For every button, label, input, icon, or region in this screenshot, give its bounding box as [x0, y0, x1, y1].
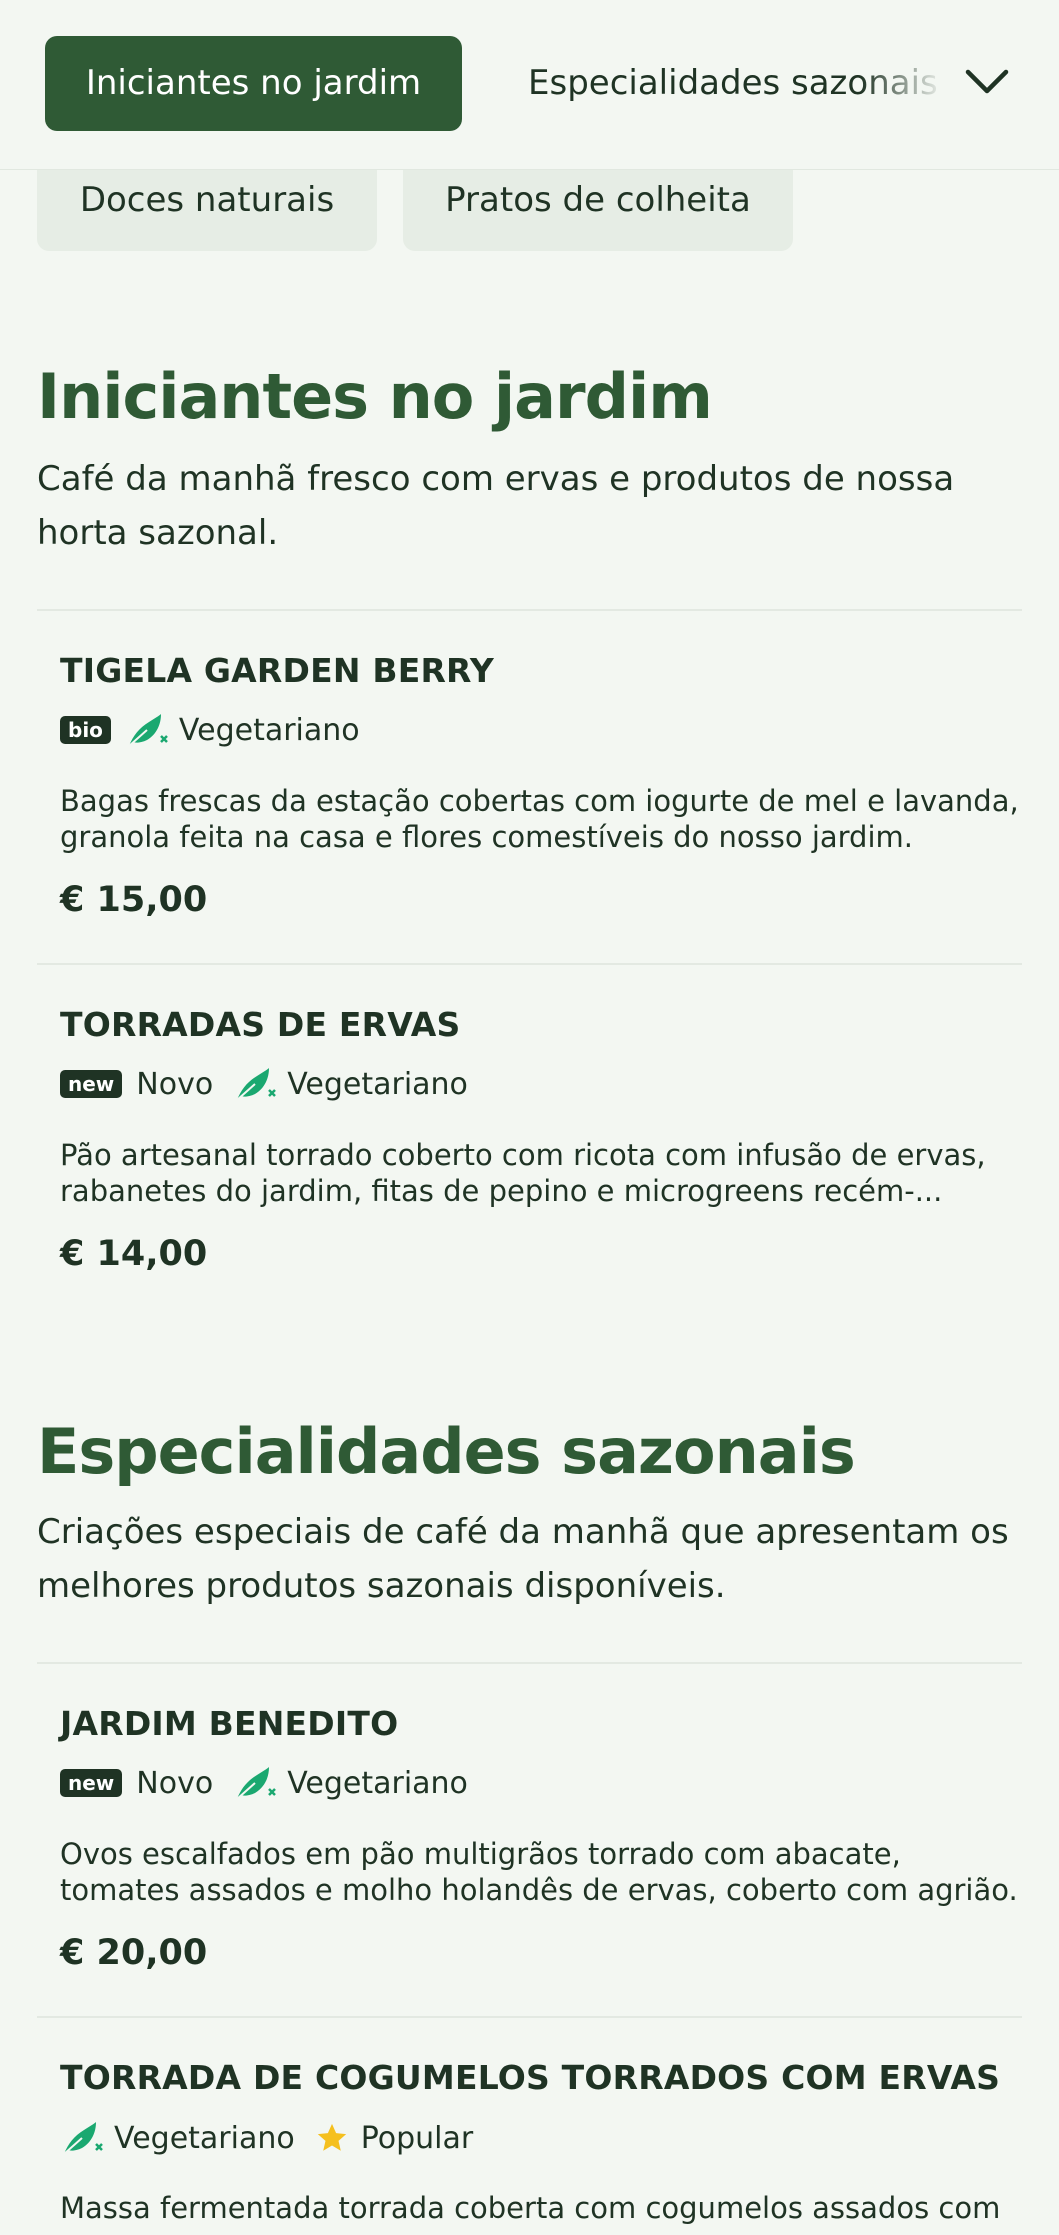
- divider: [37, 963, 1022, 965]
- item-description: Massa fermentada torrada coberta com cog…: [60, 2191, 1001, 2225]
- new-label: Novo: [136, 1066, 214, 1102]
- menu-page: Iniciantes no jardim Café da manhã fresc…: [0, 0, 1059, 2235]
- item-description: Pão artesanal torrado coberto com ricota…: [60, 1138, 986, 1208]
- section-description: Café da manhã fresco com ervas e produto…: [37, 459, 955, 553]
- vegetarian-leaf-icon: [63, 2122, 103, 2155]
- item-name: JARDIM BENEDITO: [60, 1704, 399, 1743]
- item-description: Ovos escalfados em pão multigrãos torrad…: [60, 1837, 1018, 1907]
- tab-iniciantes-no-jardim[interactable]: Iniciantes no jardim: [45, 36, 462, 131]
- section-title: Iniciantes no jardim: [37, 360, 713, 433]
- item-name: TORRADA DE COGUMELOS TORRADOS COM ERVAS: [60, 2058, 1001, 2097]
- new-badge: new: [60, 1769, 123, 1797]
- tab-scroll-fade: [860, 36, 960, 131]
- bio-badge: bio: [60, 716, 111, 744]
- star-icon: [317, 2123, 346, 2151]
- diet-label: Vegetariano: [287, 1765, 468, 1801]
- item-description: Bagas frescas da estação cobertas com io…: [60, 784, 1019, 854]
- item-price: € 15,00: [60, 880, 208, 920]
- divider: [37, 1662, 1022, 1664]
- new-badge: new: [60, 1070, 123, 1098]
- category-nav: Iniciantes no jardim Especialidades sazo…: [0, 0, 1059, 170]
- popular-label: Popular: [360, 2120, 474, 2156]
- item-tags: Vegetariano Popular: [60, 2118, 493, 2158]
- diet-label: Vegetariano: [287, 1066, 468, 1102]
- item-tags: new Novo Vegetariano: [60, 1763, 488, 1803]
- diet-label: Vegetariano: [178, 712, 360, 748]
- diet-label: Vegetariano: [114, 2120, 295, 2156]
- divider: [37, 2016, 1022, 2018]
- new-label: Novo: [136, 1765, 214, 1801]
- item-tags: new Novo Vegetariano: [60, 1064, 488, 1104]
- section-title: Especialidades sazonais: [37, 1415, 856, 1488]
- item-price: € 14,00: [60, 1234, 208, 1274]
- section-description: Criações especiais de café da manhã que …: [37, 1512, 1009, 1606]
- item-name: TORRADAS DE ERVAS: [60, 1005, 461, 1044]
- vegetarian-leaf-icon: [236, 1068, 277, 1101]
- chevron-down-icon[interactable]: [962, 58, 1012, 108]
- vegetarian-leaf-icon: [236, 1767, 277, 1800]
- divider: [37, 609, 1022, 611]
- item-name: TIGELA GARDEN BERRY: [60, 651, 494, 690]
- item-tags: bio Vegetariano: [60, 710, 380, 750]
- vegetarian-leaf-icon: [128, 714, 168, 747]
- item-price: € 20,00: [60, 1933, 208, 1973]
